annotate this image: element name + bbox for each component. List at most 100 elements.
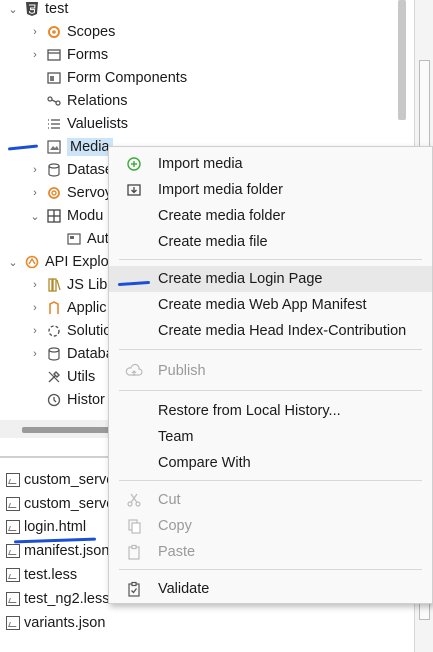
- tree-item-label: Valuelists: [67, 116, 128, 132]
- tree-item-utils[interactable]: Utils: [46, 366, 95, 388]
- menu-item-label: Copy: [158, 518, 192, 534]
- chevron-right-icon[interactable]: ›: [28, 324, 42, 338]
- tree-item-modules[interactable]: ⌄ Modu: [28, 205, 103, 227]
- list-item[interactable]: test.less: [6, 564, 77, 586]
- copy-icon: [125, 517, 143, 535]
- chevron-down-icon[interactable]: ⌄: [6, 255, 20, 269]
- database-icon: [46, 346, 62, 362]
- tree-vertical-scrollbar[interactable]: [398, 0, 406, 120]
- cloud-upload-icon: [125, 362, 143, 380]
- menu-item-import-media[interactable]: Import media: [109, 151, 432, 177]
- tree-item-form-components[interactable]: Form Components: [46, 67, 187, 89]
- image-file-icon: [6, 616, 20, 630]
- menu-item-label: Create media file: [158, 234, 268, 250]
- chevron-right-icon[interactable]: ›: [28, 301, 42, 315]
- tree-item-database[interactable]: › Databa: [28, 343, 114, 365]
- list-item[interactable]: test_ng2.less: [6, 588, 109, 610]
- tree-item-label: Histor: [67, 392, 105, 408]
- tree-item-label: Servoy: [67, 185, 113, 201]
- menu-item-copy[interactable]: Copy: [109, 513, 432, 539]
- tree-item-jslib[interactable]: › JS Lib: [28, 274, 107, 296]
- list-item[interactable]: custom_serve: [6, 493, 114, 515]
- menu-item-label: Create media Login Page: [158, 271, 323, 287]
- tree-item-datasources[interactable]: › Datase: [28, 159, 113, 181]
- image-file-icon: [6, 568, 20, 582]
- tree-item-module-child[interactable]: Aut: [66, 228, 109, 250]
- tree-item-label: Utils: [67, 369, 96, 385]
- tree-item-application[interactable]: › Applic: [28, 297, 106, 319]
- chevron-right-icon[interactable]: ›: [28, 347, 42, 361]
- menu-separator: [119, 349, 422, 350]
- menu-item-paste[interactable]: Paste: [109, 539, 432, 565]
- menu-item-label: Import media folder: [158, 182, 283, 198]
- file-label: login.html: [24, 519, 87, 535]
- menu-item-create-manifest[interactable]: Create media Web App Manifest: [109, 292, 432, 318]
- forms-icon: [46, 47, 62, 63]
- menu-item-import-media-folder[interactable]: Import media folder: [109, 177, 432, 203]
- menu-separator: [119, 259, 422, 260]
- image-file-icon: [6, 520, 20, 534]
- file-label: variants.json: [24, 615, 106, 631]
- tree-item-scopes[interactable]: › Scopes: [28, 21, 115, 43]
- tree-item-label: Solutio: [67, 323, 112, 339]
- chevron-right-icon[interactable]: ›: [28, 25, 42, 39]
- menu-separator: [119, 390, 422, 391]
- module-item-icon: [66, 231, 82, 247]
- tree-item-label: Relations: [67, 93, 128, 109]
- chevron-down-icon[interactable]: ⌄: [6, 2, 20, 16]
- tree-item-history[interactable]: Histor: [46, 389, 105, 411]
- file-label: test_ng2.less: [24, 591, 110, 607]
- file-label: test.less: [24, 567, 78, 583]
- tree-item-servoy[interactable]: › Servoy: [28, 182, 112, 204]
- list-item[interactable]: variants.json: [6, 612, 105, 634]
- tree-item-label: test: [45, 1, 69, 17]
- menu-item-label: Validate: [158, 581, 210, 597]
- tree-item-solution[interactable]: › Solutio: [28, 320, 111, 342]
- menu-item-cut[interactable]: Cut: [109, 487, 432, 513]
- menu-item-label: Cut: [158, 492, 181, 508]
- menu-item-label: Team: [158, 429, 194, 445]
- chevron-right-icon[interactable]: ›: [28, 163, 42, 177]
- list-item[interactable]: custom_serve: [6, 469, 114, 491]
- context-menu: Import media Import media folder Create …: [108, 146, 433, 604]
- chevron-right-icon[interactable]: ›: [28, 278, 42, 292]
- scopes-icon: [46, 24, 62, 40]
- menu-item-publish[interactable]: Publish: [109, 358, 432, 384]
- menu-item-team[interactable]: Team: [109, 424, 432, 450]
- tree-item-label: Datase: [67, 162, 113, 178]
- tree-item-valuelists[interactable]: Valuelists: [46, 113, 128, 135]
- chevron-right-icon[interactable]: ›: [28, 48, 42, 62]
- menu-item-compare-with[interactable]: Compare With: [109, 450, 432, 476]
- tree-item-relations[interactable]: Relations: [46, 90, 127, 112]
- menu-item-label: Publish: [158, 363, 206, 379]
- tree-item-label: Databa: [67, 346, 114, 362]
- list-item[interactable]: login.html: [6, 516, 86, 538]
- chevron-right-icon[interactable]: ›: [28, 186, 42, 200]
- import-folder-icon: [125, 181, 143, 199]
- menu-item-label: Import media: [158, 156, 243, 172]
- image-file-icon: [6, 592, 20, 606]
- validate-clipboard-icon: [125, 580, 143, 598]
- tree-item-media[interactable]: Media: [46, 136, 113, 158]
- menu-item-create-media-file[interactable]: Create media file: [109, 229, 432, 255]
- menu-item-restore-history[interactable]: Restore from Local History...: [109, 398, 432, 424]
- paste-icon: [125, 543, 143, 561]
- tree-item-forms[interactable]: › Forms: [28, 44, 108, 66]
- tree-horizontal-scrollbar[interactable]: [22, 427, 112, 433]
- history-icon: [46, 392, 62, 408]
- menu-item-validate[interactable]: Validate: [109, 576, 432, 602]
- add-circle-icon: [125, 155, 143, 173]
- chevron-down-icon[interactable]: ⌄: [28, 209, 42, 223]
- menu-item-label: Paste: [158, 544, 196, 560]
- list-item[interactable]: manifest.json: [6, 540, 109, 562]
- menu-item-create-media-folder[interactable]: Create media folder: [109, 203, 432, 229]
- tree-item-label: API Explor: [45, 254, 114, 270]
- api-explorer-icon: [24, 254, 40, 270]
- menu-item-create-head-index[interactable]: Create media Head Index-Contribution: [109, 318, 432, 344]
- datasource-icon: [46, 162, 62, 178]
- tree-item-api-explorer[interactable]: ⌄ API Explor: [6, 251, 114, 273]
- menu-item-create-login-page[interactable]: Create media Login Page: [109, 266, 432, 292]
- servoy-icon: [46, 185, 62, 201]
- tree-item-label: Aut: [87, 231, 109, 247]
- tree-item-test[interactable]: ⌄ test: [6, 0, 68, 20]
